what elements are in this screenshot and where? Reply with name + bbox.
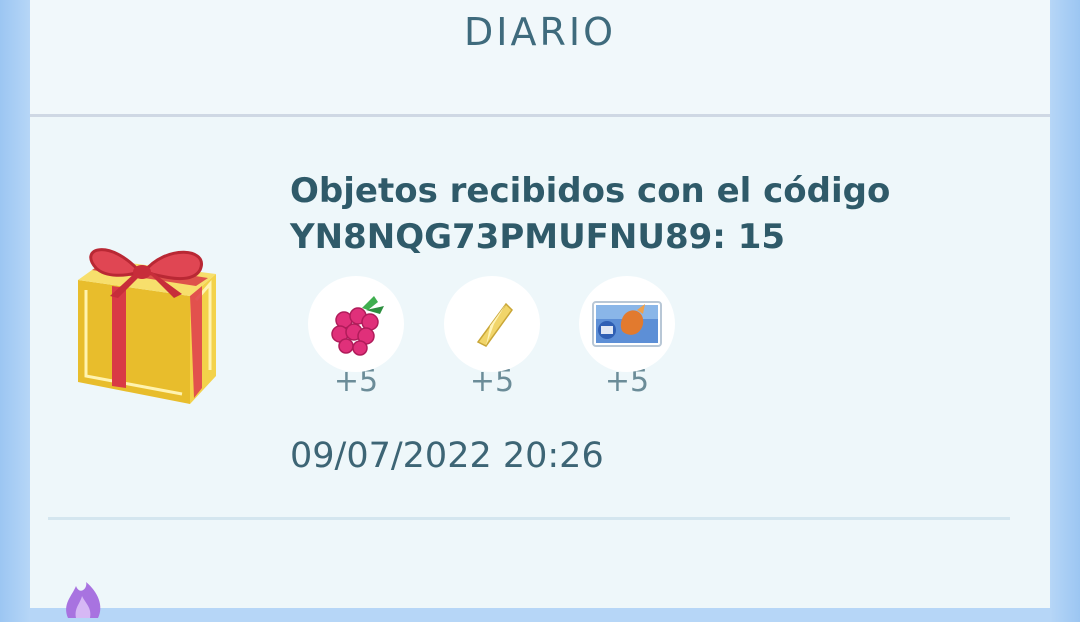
reward-item-sticker: +5 <box>577 276 677 399</box>
razz-berry-icon <box>308 276 404 372</box>
reward-item-razz-berry: +5 <box>306 276 406 399</box>
journal-header: DIARIO <box>30 0 1050 117</box>
star-piece-icon <box>444 276 540 372</box>
sticker-icon <box>579 276 675 372</box>
entry-title-line2: YN8NQG73PMUFNU89: 15 <box>290 217 786 257</box>
page-title: DIARIO <box>464 10 616 54</box>
incense-icon <box>58 578 108 618</box>
entry-title: Objetos recibidos con el código YN8NQG73… <box>290 168 1030 260</box>
next-entry-title <box>296 588 776 608</box>
journal-panel: DIARIO Objetos recibidos con el código Y… <box>30 0 1050 618</box>
entry-title-line1: Objetos recibidos con el código <box>290 171 891 211</box>
gift-box-icon <box>70 238 220 410</box>
reward-item-star-piece: +5 <box>442 276 542 399</box>
entry-date: 09/07/2022 20:26 <box>290 436 604 476</box>
entry-divider <box>48 517 1010 520</box>
